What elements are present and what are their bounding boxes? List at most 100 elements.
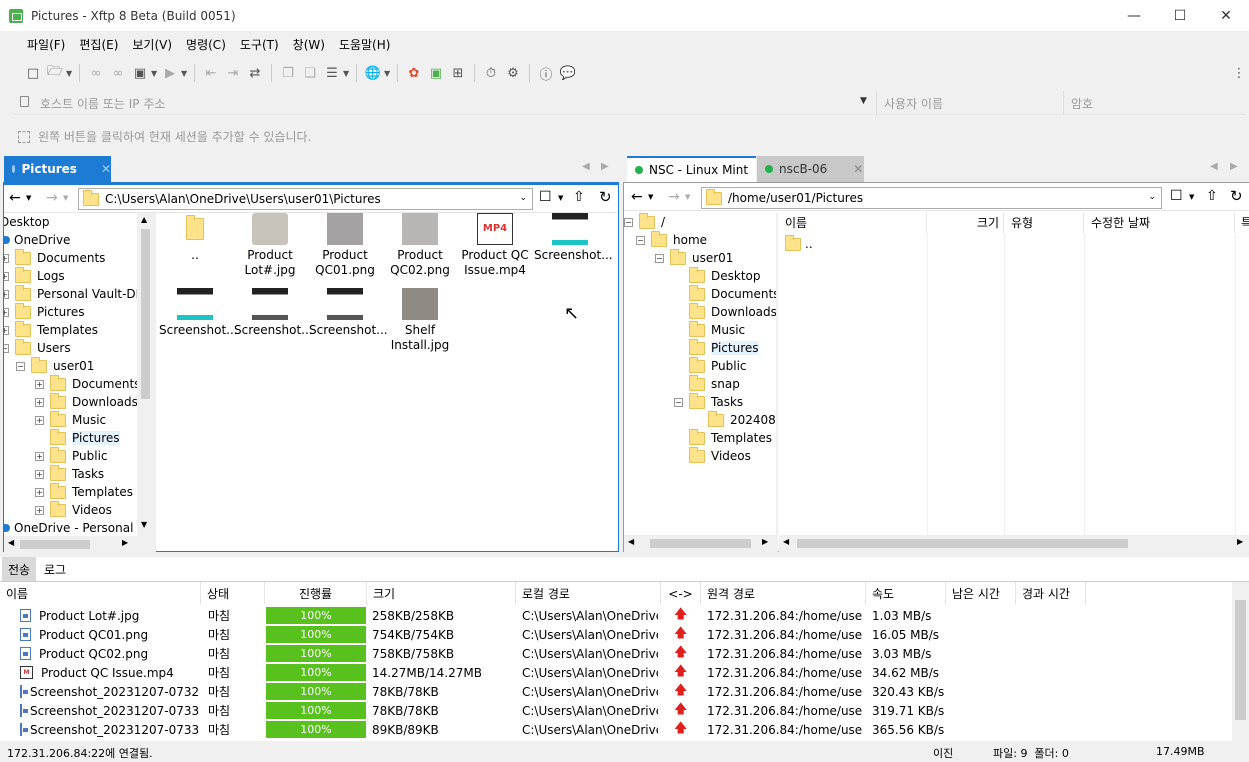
scroll-left-icon[interactable]: ◀	[628, 537, 634, 546]
tree-item-20240829[interactable]: 20240829	[708, 410, 776, 429]
file-item-product-qc02[interactable]: Product QC02.png	[384, 213, 456, 278]
table-row[interactable]: Product QC02.png 마침 100% 758KB/758KB C:\User…	[0, 644, 1230, 663]
tree-item-templates[interactable]: + Templates	[4, 320, 98, 339]
scroll-thumb[interactable]	[650, 539, 751, 548]
chevron-down-icon[interactable]: ▼	[1189, 193, 1194, 201]
disconnect-icon[interactable]: ∞	[107, 62, 129, 84]
tree-item-desktop[interactable]: Desktop	[689, 266, 761, 285]
play-icon[interactable]: ▶	[159, 62, 181, 84]
chevron-down-icon[interactable]: ▼	[648, 193, 653, 201]
tab-pictures[interactable]: Pictures ✕	[4, 156, 111, 182]
chevron-down-icon[interactable]: ▼	[685, 193, 690, 201]
tree-horizontal-scrollbar[interactable]: ◀ ▶	[4, 536, 154, 553]
chevron-down-icon[interactable]: ▼	[558, 194, 563, 202]
maximize-button[interactable]: ☐	[1157, 0, 1203, 31]
col-header-size[interactable]: 크기	[367, 582, 516, 605]
reconnect-icon[interactable]: ∞	[85, 62, 107, 84]
expand-icon[interactable]: +	[4, 307, 9, 317]
tree-item-downloads[interactable]: Downloads	[689, 302, 776, 321]
expand-icon[interactable]: +	[4, 325, 9, 335]
remote-path-field[interactable]: /home/user01/Pictures ⌄	[701, 187, 1162, 209]
col-header-size[interactable]: 크기	[929, 213, 1004, 233]
transfer-vertical-scrollbar[interactable]: ▲	[1232, 582, 1249, 741]
col-header-remote-path[interactable]: 원격 경로	[701, 582, 866, 605]
new-session-icon[interactable]: □	[22, 62, 44, 84]
file-item-screenshot-4[interactable]: Screenshot...	[309, 288, 388, 338]
close-window-button[interactable]: ✕	[1203, 0, 1249, 31]
parent-folder-icon[interactable]: ⇧	[1206, 188, 1218, 204]
tree-item-desktop[interactable]: Desktop	[4, 213, 50, 231]
path-dropdown-icon[interactable]: ⌄	[1148, 192, 1156, 202]
screen-icon[interactable]: ▣	[129, 62, 151, 84]
expand-icon[interactable]: +	[35, 451, 44, 461]
tree-item-users[interactable]: − Users	[4, 338, 71, 357]
tree-item-user01[interactable]: − user01	[16, 356, 94, 375]
new-tab-icon[interactable]: ⊞	[447, 62, 469, 84]
tab-scroll-left-icon[interactable]: ◀	[582, 161, 590, 172]
xshell-icon[interactable]: ✿	[403, 62, 425, 84]
tree-item-onedrive[interactable]: OneDrive	[4, 231, 70, 249]
table-row[interactable]: M Product QC Issue.mp4 마침 100% 14.27MB/14.27…	[0, 663, 1230, 682]
tree-item-music[interactable]: + Music	[35, 410, 106, 429]
collapse-icon[interactable]: −	[16, 361, 25, 371]
expand-icon[interactable]: +	[35, 415, 44, 425]
transfer-left-icon[interactable]: ⇤	[200, 62, 222, 84]
expand-icon[interactable]: +	[35, 487, 44, 497]
globe-icon[interactable]: 🌐	[362, 62, 384, 84]
chevron-down-icon[interactable]: ▼	[384, 69, 392, 78]
tree-item-pictures[interactable]: + Pictures	[4, 302, 85, 321]
tab-scroll-right-icon[interactable]: ▶	[601, 161, 609, 172]
col-header-name[interactable]: 이름	[0, 582, 201, 605]
collapse-icon[interactable]: −	[4, 343, 9, 353]
expand-icon[interactable]: +	[35, 469, 44, 479]
expand-icon[interactable]: +	[4, 289, 9, 299]
col-header-type[interactable]: 유형	[1005, 213, 1084, 233]
col-header-status[interactable]: 상태	[201, 582, 265, 605]
menu-window[interactable]: 창(W)	[286, 36, 332, 53]
chevron-down-icon[interactable]: ▼	[151, 69, 159, 78]
scroll-thumb[interactable]	[1235, 600, 1246, 720]
tree-item-templates[interactable]: Templates	[689, 428, 772, 447]
expand-icon[interactable]: +	[4, 253, 9, 263]
username-input[interactable]: 사용자 이름	[884, 95, 943, 112]
timer-icon[interactable]: ⏱	[480, 62, 502, 84]
file-item-screenshot-3[interactable]: Screenshot...	[234, 288, 313, 338]
collapse-icon[interactable]: −	[636, 235, 645, 245]
refresh-icon[interactable]: ↻	[599, 188, 612, 206]
back-icon[interactable]: ←	[9, 190, 21, 206]
file-item-parent[interactable]: ..	[159, 213, 231, 263]
file-item-product-lot[interactable]: Product Lot#.jpg	[234, 213, 306, 278]
tree-item-personal-vault[interactable]: + Personal Vault-DES	[4, 284, 151, 303]
list-item-parent[interactable]: ..	[785, 234, 813, 251]
tab-scroll-left-icon[interactable]: ◀	[1210, 161, 1218, 172]
tree-item-logs[interactable]: + Logs	[4, 266, 65, 285]
tree-item-documents[interactable]: Documents	[689, 284, 776, 303]
host-input[interactable]: 호스트 이름 또는 IP 주소	[40, 95, 165, 112]
tree-item-public[interactable]: Public	[689, 356, 747, 375]
scroll-up-icon[interactable]: ▲	[141, 215, 147, 224]
tree-item-user-pictures[interactable]: Pictures	[50, 428, 120, 447]
tab-log[interactable]: 로그	[38, 557, 72, 581]
scroll-right-icon[interactable]: ▶	[122, 538, 128, 547]
gear-icon[interactable]: ⚙	[502, 62, 524, 84]
expand-icon[interactable]: +	[35, 505, 44, 515]
expand-icon[interactable]: +	[35, 397, 44, 407]
tree-item-pictures[interactable]: Pictures	[689, 338, 759, 357]
parent-folder-icon[interactable]: ⇧	[573, 189, 585, 205]
list-view-icon[interactable]: ☰	[321, 62, 343, 84]
menu-edit[interactable]: 편집(E)	[72, 36, 125, 53]
tree-item-videos[interactable]: + Videos	[35, 500, 112, 519]
collapse-icon[interactable]: −	[655, 253, 664, 263]
chevron-down-icon[interactable]: ▼	[343, 69, 351, 78]
scroll-right-icon[interactable]: ▶	[762, 537, 768, 546]
tab-nscb-06[interactable]: nscB-06 ✕	[757, 156, 864, 182]
menu-tools[interactable]: 도구(T)	[233, 36, 286, 53]
password-input[interactable]: 암호	[1071, 95, 1093, 112]
scroll-right-icon[interactable]: ▶	[1237, 537, 1243, 546]
chevron-down-icon[interactable]: ▼	[26, 194, 31, 202]
paste-icon[interactable]: ❏	[299, 62, 321, 84]
tab-scroll-right-icon[interactable]: ▶	[1230, 161, 1238, 172]
file-item-screenshot-1[interactable]: Screenshot...	[534, 213, 613, 263]
tree-item-home[interactable]: − home	[636, 230, 707, 249]
col-header-progress[interactable]: 진행률	[265, 582, 367, 605]
